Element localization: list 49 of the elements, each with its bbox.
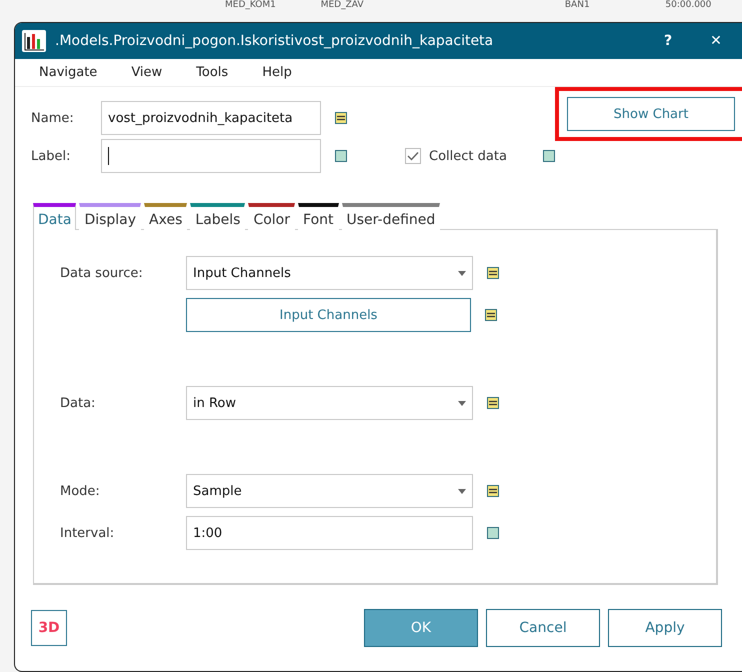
interval-field[interactable]: 1:00 [186, 516, 473, 550]
tab[interactable]: Display [79, 203, 142, 230]
three-d-button[interactable]: 3D [31, 610, 67, 646]
menu-item[interactable]: View [123, 65, 170, 80]
caret-icon [458, 400, 466, 406]
show-chart-button[interactable]: Show Chart [567, 97, 735, 131]
close-button[interactable]: ✕ [696, 32, 736, 50]
menu-item[interactable]: Navigate [31, 65, 106, 80]
tab[interactable]: Axes [144, 203, 188, 230]
static-value-icon[interactable] [543, 150, 555, 162]
caret-icon [458, 270, 466, 276]
background-text: 50:00.000 [665, 0, 712, 10]
tab[interactable]: Font [298, 203, 338, 230]
name-field[interactable]: vost_proizvodnih_kapaciteta [101, 101, 321, 135]
label-field[interactable] [101, 139, 321, 173]
background-text: MED_KOM1 [225, 0, 277, 10]
dropdown[interactable]: Input Channels [186, 256, 473, 290]
dialog-button[interactable]: Cancel [486, 609, 600, 647]
background-text: MED_ZAV [320, 0, 365, 10]
dynamic-value-icon[interactable] [487, 397, 499, 409]
field-label: Label: [31, 148, 72, 164]
checkbox-label: Collect data [429, 148, 508, 164]
dropdown[interactable]: in Row [186, 386, 473, 420]
field-label: Name: [31, 110, 75, 126]
tab[interactable]: User-defined [342, 203, 440, 230]
menu-item[interactable]: Help [254, 65, 300, 80]
help-button[interactable]: ? [648, 32, 688, 50]
dynamic-value-icon[interactable] [485, 309, 497, 321]
chart-icon [21, 29, 47, 53]
window-title: .Models.Proizvodni_pogon.Iskoristivost_proizvodnih_kapaciteta [55, 33, 494, 49]
background-text: BAN1 [564, 0, 591, 10]
tab[interactable]: Labels [190, 203, 246, 230]
dynamic-value-icon[interactable] [487, 485, 499, 497]
caret-icon [458, 488, 466, 494]
dynamic-value-icon[interactable] [487, 267, 499, 279]
dynamic-value-icon[interactable] [335, 112, 347, 124]
field-label: Data: [60, 396, 96, 410]
input-channels-button[interactable]: Input Channels [186, 298, 471, 332]
field-label: Mode: [60, 484, 101, 498]
field-label: Data source: [60, 266, 144, 280]
field-label: Interval: [60, 526, 116, 540]
tab[interactable]: Color [248, 203, 296, 230]
static-value-icon[interactable] [335, 150, 347, 162]
dropdown[interactable]: Sample [186, 474, 473, 508]
checkbox[interactable] [405, 148, 421, 164]
tab[interactable]: Data [33, 203, 76, 230]
dialog-button[interactable]: Apply [608, 609, 722, 647]
menu-item[interactable]: Tools [188, 65, 236, 80]
static-value-icon[interactable] [487, 527, 499, 539]
